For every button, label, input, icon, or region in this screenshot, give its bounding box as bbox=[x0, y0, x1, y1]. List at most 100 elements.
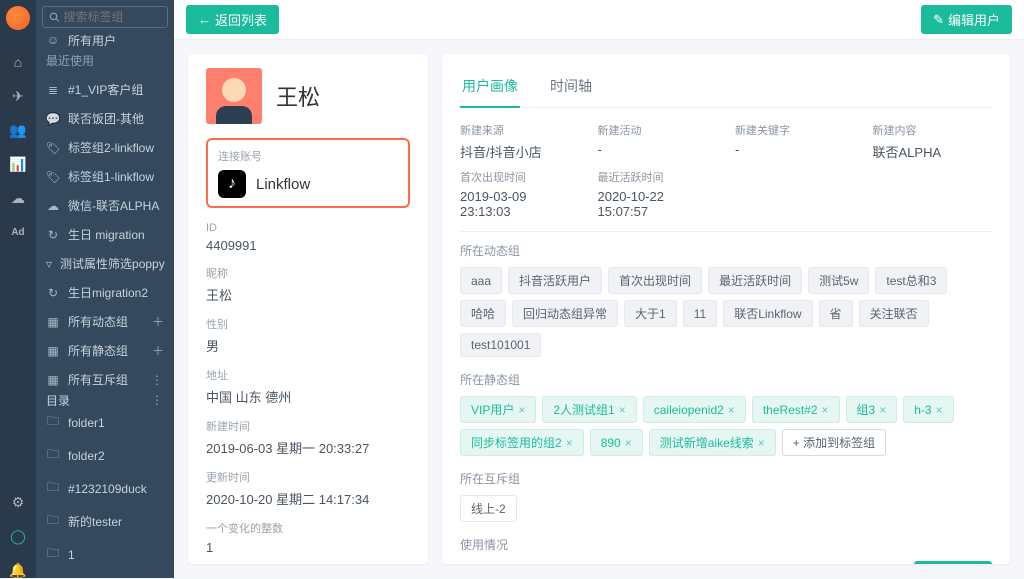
static-tag[interactable]: 890× bbox=[590, 429, 643, 456]
dynamic-tag[interactable]: 首次出现时间 bbox=[608, 267, 702, 294]
sidebar-recent-item[interactable]: 🏷标签组2-linkflow bbox=[36, 133, 174, 162]
back-button[interactable]: ← 返回列表 bbox=[186, 5, 279, 34]
sidebar-item-label: 所有动态组 bbox=[68, 313, 128, 330]
sidebar-folder-item[interactable]: 🗀#1232109duck bbox=[36, 472, 174, 505]
summary-field: 新建内容联否ALPHA bbox=[873, 122, 993, 161]
more-icon[interactable]: ⋮ bbox=[151, 373, 164, 387]
field-value: 2020-10-22 15:07:57 bbox=[598, 189, 718, 219]
dynamic-tag[interactable]: 关注联否 bbox=[859, 300, 929, 327]
dynamic-tag[interactable]: 11 bbox=[683, 300, 717, 327]
ad-icon[interactable]: Ad bbox=[10, 224, 26, 240]
search-tag-group[interactable] bbox=[42, 6, 168, 28]
sidebar-recent-item[interactable]: ≣#1_VIP客户组 bbox=[36, 75, 174, 104]
sidebar-recent-item[interactable]: ↻生日 migration bbox=[36, 220, 174, 249]
static-tag[interactable]: 2人测试组1× bbox=[542, 396, 636, 423]
static-tag[interactable]: 组3× bbox=[846, 396, 898, 423]
sidebar-show-all[interactable]: 显示全部 ▾ bbox=[36, 571, 174, 578]
sidebar-recent-item[interactable]: ↻生日migration2 bbox=[36, 278, 174, 307]
remove-icon[interactable]: × bbox=[728, 403, 735, 417]
remove-icon[interactable]: × bbox=[822, 403, 829, 417]
plus-icon[interactable]: ＋ bbox=[152, 313, 164, 330]
app-logo-icon bbox=[6, 6, 30, 30]
sidebar-all-users[interactable]: ☺ 所有用户 bbox=[36, 34, 174, 46]
tab-user-portrait[interactable]: 用户画像 bbox=[460, 68, 520, 108]
field-label: 新建内容 bbox=[873, 122, 993, 138]
profile-field: 新建时间2019-06-03 星期一 20:33:27 bbox=[206, 418, 410, 457]
sidebar-group-item[interactable]: ▦所有静态组＋ bbox=[36, 336, 174, 365]
edit-user-button[interactable]: ✎ 编辑用户 bbox=[921, 5, 1012, 34]
sidebar-group-item[interactable]: ▦ 所有动态组 ＋ bbox=[36, 307, 174, 336]
dynamic-tag[interactable]: test总和3 bbox=[875, 267, 947, 294]
search-input[interactable] bbox=[63, 10, 161, 24]
folder-icon: 🗀 bbox=[46, 478, 60, 499]
static-tag[interactable]: h-3× bbox=[903, 396, 953, 423]
dynamic-tag[interactable]: 抖音活跃用户 bbox=[508, 267, 602, 294]
sidebar-folder-item[interactable]: 🗀folder2 bbox=[36, 439, 174, 472]
summary-field: 新建来源抖音/抖音小店 bbox=[460, 122, 580, 161]
field-label: 地址 bbox=[206, 367, 410, 383]
remove-icon[interactable]: × bbox=[936, 403, 943, 417]
grid-icon: ▦ bbox=[46, 315, 60, 329]
dynamic-tag[interactable]: test101001 bbox=[460, 333, 541, 357]
dynamic-tag[interactable]: 测试5w bbox=[808, 267, 869, 294]
remove-icon[interactable]: × bbox=[758, 436, 765, 450]
tab-timeline[interactable]: 时间轴 bbox=[548, 68, 594, 107]
remove-icon[interactable]: × bbox=[518, 403, 525, 417]
remove-icon[interactable]: × bbox=[566, 436, 573, 450]
analytics-icon[interactable]: 📊 bbox=[10, 156, 26, 172]
linked-account-box: 连接账号 ♪ Linkflow bbox=[206, 138, 410, 208]
send-icon[interactable]: ✈ bbox=[10, 88, 26, 104]
dynamic-tag[interactable]: 最近活跃时间 bbox=[708, 267, 802, 294]
sidebar-folder-item[interactable]: 🗀folder1 bbox=[36, 406, 174, 439]
users-icon[interactable]: 👥 bbox=[10, 122, 26, 138]
sidebar-item-label: 新的tester bbox=[68, 513, 122, 530]
folder-icon: 🗀 bbox=[46, 412, 60, 433]
static-tag[interactable]: 测试新增aike线索× bbox=[649, 429, 776, 456]
sidebar-recent-header: 最近使用 bbox=[36, 46, 174, 75]
field-value: 2020-10-20 星期二 14:17:34 bbox=[206, 489, 410, 508]
user-icon: ☺ bbox=[46, 34, 60, 46]
dynamic-tag[interactable]: 大于1 bbox=[624, 300, 677, 327]
notify-icon[interactable]: 🔔 bbox=[10, 562, 26, 578]
static-tag[interactable]: VIP用户× bbox=[460, 396, 536, 423]
dynamic-tag[interactable]: 哈哈 bbox=[460, 300, 506, 327]
sidebar-recent-item[interactable]: ▿测试属性筛选poppy bbox=[36, 249, 174, 278]
plus-icon[interactable]: ＋ bbox=[152, 342, 164, 359]
more-icon[interactable]: ⋮ bbox=[151, 394, 164, 406]
remove-icon[interactable]: × bbox=[879, 403, 886, 417]
mutex-tags-row: 线上-2 bbox=[460, 495, 992, 522]
static-tag[interactable]: 同步标签用的组2× bbox=[460, 429, 584, 456]
add-to-tag-group-button[interactable]: + 添加到标签组 bbox=[782, 429, 886, 456]
field-label: 更新时间 bbox=[206, 469, 410, 485]
remove-icon[interactable]: × bbox=[619, 403, 626, 417]
avatar bbox=[206, 68, 262, 124]
sidebar-item-label: 联否饭团-其他 bbox=[68, 110, 144, 127]
tabs: 用户画像 时间轴 bbox=[460, 68, 992, 108]
profile-name: 王松 bbox=[276, 80, 320, 112]
sidebar-group-item[interactable]: ▦所有互斥组⋮ bbox=[36, 365, 174, 394]
dynamic-tag[interactable]: 省 bbox=[819, 300, 853, 327]
profile-field: 一个变化的整数1 bbox=[206, 520, 410, 555]
settings-icon[interactable]: ⚙ bbox=[10, 494, 26, 510]
help-icon[interactable]: ◯ bbox=[10, 528, 26, 544]
sidebar-folder-item[interactable]: 🗀新的tester bbox=[36, 505, 174, 538]
button-label: 编辑用户 bbox=[948, 10, 1000, 29]
display-settings-button[interactable]: 显示设置 ▾ bbox=[914, 561, 992, 564]
sidebar-folder-item[interactable]: 🗀1 bbox=[36, 538, 174, 571]
sidebar-recent-item[interactable]: 🏷标签组1-linkflow bbox=[36, 162, 174, 191]
remove-icon[interactable]: × bbox=[625, 436, 632, 450]
wechat-rail-icon[interactable]: ☁ bbox=[10, 190, 26, 206]
static-tag[interactable]: caileiopenid2× bbox=[643, 396, 746, 423]
dynamic-tag[interactable]: 联否Linkflow bbox=[723, 300, 812, 327]
sidebar-recent-item[interactable]: ☁微信-联否ALPHA bbox=[36, 191, 174, 220]
sidebar-directory[interactable]: 目录 ⋮ bbox=[36, 394, 174, 406]
dynamic-tag[interactable]: aaa bbox=[460, 267, 502, 294]
summary-field: 最近活跃时间2020-10-22 15:07:57 bbox=[598, 169, 718, 219]
dynamic-tag[interactable]: 回归动态组异常 bbox=[512, 300, 618, 327]
sidebar-recent-item[interactable]: 💬联否饭团-其他 bbox=[36, 104, 174, 133]
mutex-tag[interactable]: 线上-2 bbox=[460, 495, 517, 522]
sidebar-item-label: #1_VIP客户组 bbox=[68, 81, 143, 98]
static-tag[interactable]: theRest#2× bbox=[752, 396, 840, 423]
home-icon[interactable]: ⌂ bbox=[10, 54, 26, 70]
profile-field: 昵称王松 bbox=[206, 265, 410, 304]
